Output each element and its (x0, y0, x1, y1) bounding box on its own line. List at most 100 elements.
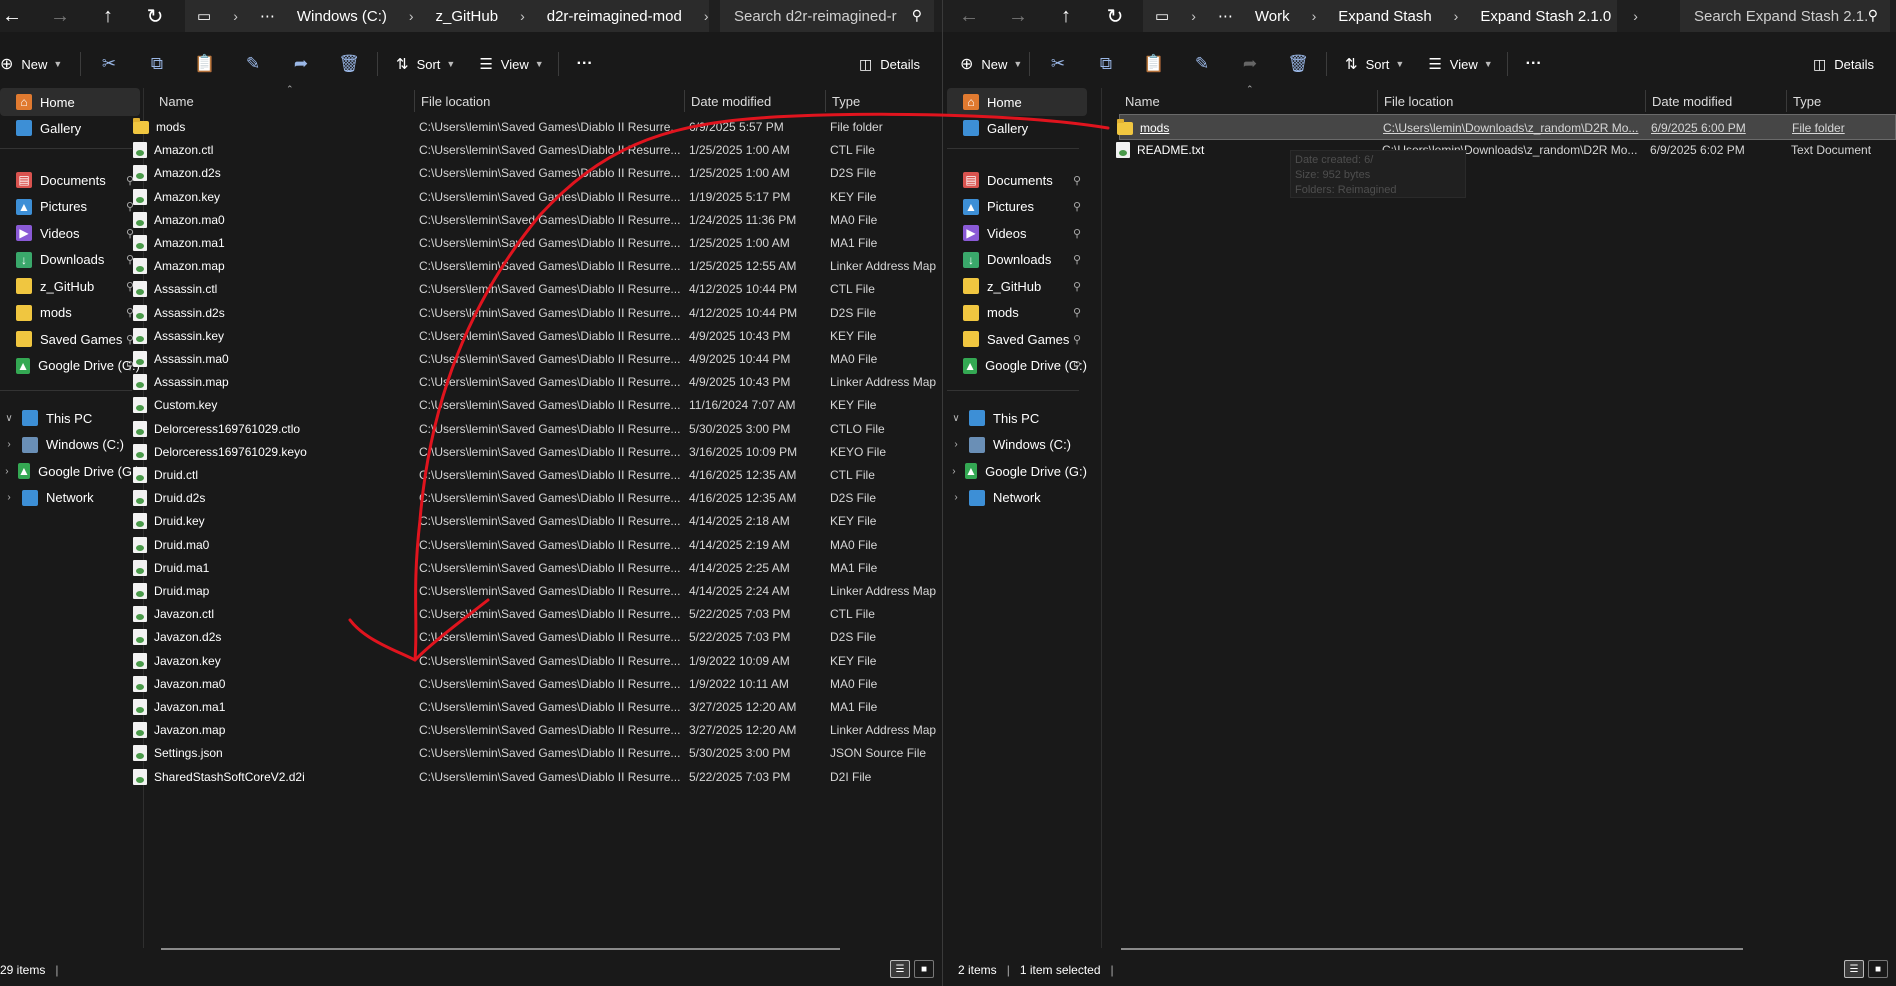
sidebar-item-quick-access[interactable]: ▶ Videos ⚲ (947, 219, 1087, 247)
delete-icon[interactable]: 🗑 (1274, 46, 1322, 82)
up-arrow-icon[interactable]: ↑ (1046, 0, 1086, 32)
table-row[interactable]: mods C:\Users\lemin\Saved Games\Diablo II… (133, 114, 942, 140)
forward-arrow-icon[interactable]: → (40, 0, 80, 32)
table-row[interactable]: Assassin.map C:\Users\lemin\Saved Games\D… (133, 369, 942, 395)
view-button[interactable]: ☰ View ▼ (469, 46, 553, 82)
sort-button[interactable]: ⇅ Sort ▼ (382, 46, 469, 82)
table-row[interactable]: Javazon.ma0 C:\Users\lemin\Saved Games\Di… (133, 671, 942, 697)
table-row[interactable]: Amazon.ma0 C:\Users\lemin\Saved Games\Dia… (133, 207, 942, 233)
sidebar-item-quick-access[interactable]: Saved Games ⚲ (0, 325, 140, 353)
delete-icon[interactable]: 🗑 (325, 46, 373, 82)
sidebar-item-gallery[interactable]: Gallery (0, 114, 140, 142)
sidebar-item-quick-access[interactable]: mods ⚲ (947, 299, 1087, 327)
column-header-name[interactable]: Name (153, 88, 410, 114)
table-row[interactable]: Druid.d2s C:\Users\lemin\Saved Games\Diab… (133, 485, 942, 511)
refresh-icon[interactable]: ↻ (1095, 0, 1135, 32)
table-row[interactable]: Druid.map C:\Users\lemin\Saved Games\Diab… (133, 578, 942, 604)
table-row[interactable]: SharedStashSoftCoreV2.d2i C:\Users\lemin\… (133, 764, 942, 790)
table-row[interactable]: Javazon.key C:\Users\lemin\Saved Games\Di… (133, 648, 942, 674)
table-row[interactable]: Druid.ctl C:\Users\lemin\Saved Games\Diab… (133, 462, 942, 488)
sidebar-item-quick-access[interactable]: ▤ Documents ⚲ (0, 166, 140, 194)
sidebar-item-windows-c[interactable]: › Windows (C:) (947, 431, 1087, 459)
sidebar-item-home[interactable]: ⌂ Home (947, 88, 1087, 116)
chevron-down-icon[interactable]: ∨ (947, 413, 965, 424)
table-row[interactable]: Settings.json C:\Users\lemin\Saved Games\… (133, 740, 942, 766)
sidebar-item-quick-access[interactable]: z_GitHub ⚲ (947, 272, 1087, 300)
address-bar[interactable]: ▭ › ⋯ Work › Expand Stash › Expand Stash… (1143, 0, 1638, 32)
sidebar-item-home[interactable]: ⌂ Home (0, 88, 140, 116)
chevron-right-icon[interactable]: › (0, 439, 18, 450)
column-header-type[interactable]: Type (1787, 88, 1896, 114)
table-row[interactable]: Amazon.ctl C:\Users\lemin\Saved Games\Dia… (133, 137, 942, 163)
chevron-right-icon[interactable]: › (0, 466, 14, 477)
column-header-location[interactable]: File location (1378, 88, 1644, 114)
details-view-icon[interactable]: ☰ (1844, 960, 1864, 978)
paste-icon[interactable]: 📋 (181, 46, 229, 82)
more-options-button[interactable]: ··· (1512, 46, 1556, 82)
column-header-date[interactable]: Date modified (1646, 88, 1786, 114)
column-header-date[interactable]: Date modified (685, 88, 825, 114)
chevron-right-icon[interactable]: › (947, 492, 965, 503)
sidebar-item-windows-c[interactable]: › Windows (C:) (0, 431, 140, 459)
search-box[interactable]: Search d2r-reimagined-r ⚲ (720, 0, 934, 32)
up-arrow-icon[interactable]: ↑ (88, 0, 128, 32)
sidebar-item-gallery[interactable]: Gallery (947, 114, 1087, 142)
new-button[interactable]: ⊕ New ▼ (0, 46, 76, 82)
rename-icon[interactable]: ✎ (1178, 46, 1226, 82)
large-icons-view-icon[interactable]: ■ (1868, 960, 1888, 978)
breadcrumb-item[interactable]: Windows (C:) (297, 8, 387, 25)
ellipsis-icon[interactable]: ⋯ (1218, 7, 1233, 25)
sidebar-item-quick-access[interactable]: ▲ Pictures ⚲ (0, 193, 140, 221)
table-row[interactable]: Druid.key C:\Users\lemin\Saved Games\Diab… (133, 508, 942, 534)
table-row[interactable]: Javazon.d2s C:\Users\lemin\Saved Games\Di… (133, 624, 942, 650)
sidebar-item-quick-access[interactable]: mods ⚲ (0, 299, 140, 327)
details-view-icon[interactable]: ☰ (890, 960, 910, 978)
rename-icon[interactable]: ✎ (229, 46, 277, 82)
table-row[interactable]: Delorceress169761029.keyo C:\Users\lemin\… (133, 439, 942, 465)
back-arrow-icon[interactable]: ← (949, 0, 989, 32)
horizontal-scrollbar[interactable] (1121, 948, 1743, 950)
copy-icon[interactable]: ⧉ (133, 46, 181, 82)
column-header-location[interactable]: File location (415, 88, 683, 114)
search-input[interactable]: Search d2r-reimagined-r (734, 8, 897, 25)
sidebar-splitter[interactable] (1101, 88, 1102, 948)
cut-icon[interactable]: ✂ (85, 46, 133, 82)
sidebar-item-quick-access[interactable]: ▲ Pictures ⚲ (947, 193, 1087, 221)
back-arrow-icon[interactable]: ← (0, 0, 32, 32)
sidebar-item-quick-access[interactable]: z_GitHub ⚲ (0, 272, 140, 300)
horizontal-scrollbar[interactable] (161, 948, 840, 950)
search-box[interactable]: Search Expand Stash 2.1. ⚲ (1680, 0, 1890, 32)
table-row[interactable]: Javazon.ctl C:\Users\lemin\Saved Games\Di… (133, 601, 942, 627)
search-input[interactable]: Search Expand Stash 2.1. (1694, 8, 1868, 25)
table-row[interactable]: Assassin.ma0 C:\Users\lemin\Saved Games\D… (133, 346, 942, 372)
sidebar-item-quick-access[interactable]: ▲ Google Drive (G:) ⚲ (0, 352, 140, 380)
table-row[interactable]: Delorceress169761029.ctlo C:\Users\lemin\… (133, 416, 942, 442)
chevron-right-icon[interactable]: › (947, 466, 961, 477)
table-row[interactable]: Amazon.key C:\Users\lemin\Saved Games\Dia… (133, 184, 942, 210)
breadcrumb-item[interactable]: z_GitHub (436, 8, 499, 25)
table-row[interactable]: README.txt C:\Users\lemin\Downloads\z_ran… (1116, 137, 1896, 163)
sidebar-item-google-drive[interactable]: › ▲ Google Drive (G:) (947, 457, 1087, 485)
share-icon[interactable]: ➦ (1226, 46, 1274, 82)
copy-icon[interactable]: ⧉ (1082, 46, 1130, 82)
sidebar-item-this-pc[interactable]: ∨ This PC (947, 404, 1087, 432)
table-row[interactable]: Javazon.ma1 C:\Users\lemin\Saved Games\Di… (133, 694, 942, 720)
view-button[interactable]: ☰ View ▼ (1418, 46, 1502, 82)
table-row[interactable]: Druid.ma0 C:\Users\lemin\Saved Games\Diab… (133, 532, 942, 558)
table-row[interactable]: Amazon.map C:\Users\lemin\Saved Games\Dia… (133, 253, 942, 279)
sidebar-item-quick-access[interactable]: ↓ Downloads ⚲ (947, 246, 1087, 274)
chevron-down-icon[interactable]: ∨ (0, 413, 18, 424)
address-bar[interactable]: ▭ › ⋯ Windows (C:) › z_GitHub › d2r-reim… (185, 0, 709, 32)
chevron-right-icon[interactable]: › (947, 439, 965, 450)
table-row[interactable]: Javazon.map C:\Users\lemin\Saved Games\Di… (133, 717, 942, 743)
chevron-right-icon[interactable]: › (0, 492, 18, 503)
table-row[interactable]: Druid.ma1 C:\Users\lemin\Saved Games\Diab… (133, 555, 942, 581)
breadcrumb-item[interactable]: Expand Stash (1338, 8, 1431, 25)
sidebar-item-quick-access[interactable]: Saved Games ⚲ (947, 325, 1087, 353)
table-row[interactable]: mods C:\Users\lemin\Downloads\z_random\D2… (1117, 114, 1896, 140)
table-row[interactable]: Assassin.key C:\Users\lemin\Saved Games\D… (133, 323, 942, 349)
forward-arrow-icon[interactable]: → (998, 0, 1038, 32)
refresh-icon[interactable]: ↻ (135, 0, 175, 32)
sidebar-item-this-pc[interactable]: ∨ This PC (0, 404, 140, 432)
sidebar-item-network[interactable]: › Network (947, 484, 1087, 512)
